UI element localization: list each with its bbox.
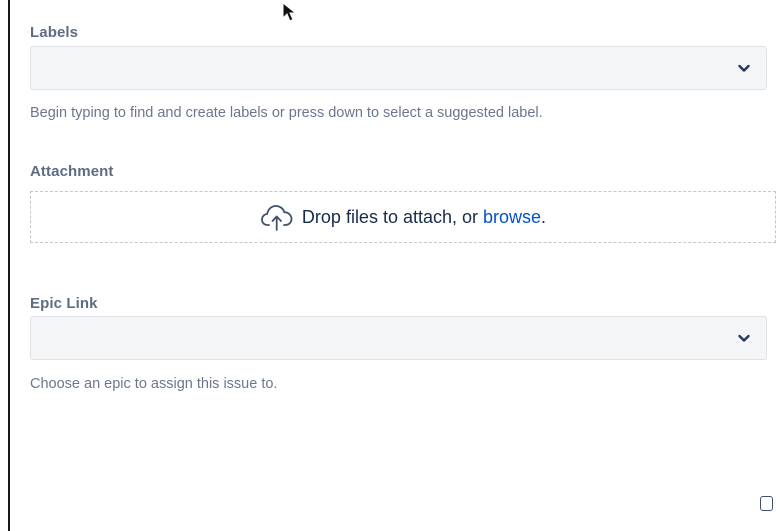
panel-left-border (8, 0, 10, 531)
labels-field-label: Labels (30, 24, 79, 41)
create-another-checkbox[interactable] (760, 496, 773, 511)
epic-link-select[interactable] (30, 316, 767, 360)
labels-helper-text: Begin typing to find and create labels o… (30, 105, 543, 121)
chevron-down-icon[interactable] (736, 60, 752, 76)
epic-link-helper-text: Choose an epic to assign this issue to. (30, 376, 278, 392)
chevron-down-icon[interactable] (736, 330, 752, 346)
dropzone-text: Drop files to attach, or (301, 206, 484, 227)
labels-select[interactable] (30, 46, 767, 90)
cloud-upload-icon (261, 205, 293, 231)
attachment-field-label: Attachment (30, 163, 114, 180)
dropzone-suffix: . (541, 206, 547, 227)
attachment-dropzone[interactable]: Drop files to attach, or browse. (30, 191, 776, 243)
mouse-pointer-icon (282, 2, 297, 22)
browse-link[interactable]: browse (483, 207, 541, 228)
issue-form-panel: Labels Begin typing to find and create l… (0, 0, 780, 531)
epic-link-field-label: Epic Link (30, 295, 98, 312)
